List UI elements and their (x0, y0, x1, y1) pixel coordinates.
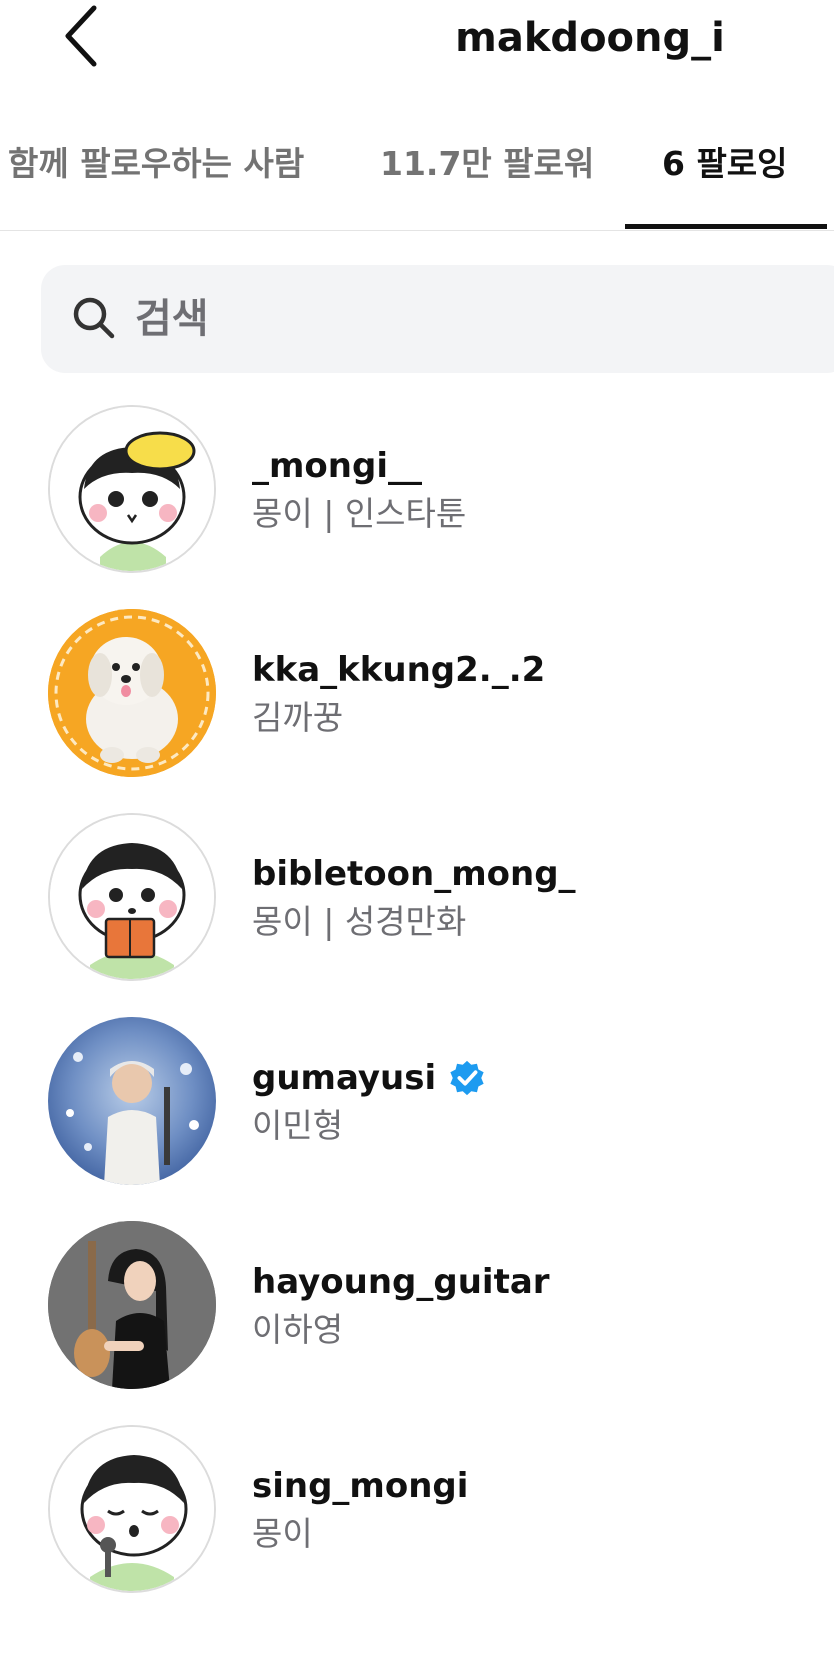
list-item[interactable]: sing_mongi 몽이 (0, 1425, 834, 1595)
avatar[interactable] (48, 1425, 216, 1593)
full-name: 몽이 | 성경만화 (252, 902, 467, 941)
header: makdoong_i (0, 0, 834, 90)
search-icon (73, 297, 115, 339)
avatar[interactable] (48, 1221, 216, 1389)
full-name: 김까꿍 (252, 698, 344, 737)
full-name: 몽이 (252, 1514, 313, 1553)
username[interactable]: kka_kkung2._.2 (252, 647, 545, 693)
back-button[interactable] (52, 0, 112, 72)
active-tab-indicator (625, 224, 827, 229)
tab-following[interactable]: 6 팔로잉 (662, 140, 788, 188)
avatar[interactable] (48, 1017, 216, 1185)
list-item[interactable]: kka_kkung2._.2 김까꿍 (0, 609, 834, 779)
full-name: 이하영 (252, 1310, 344, 1349)
username[interactable]: sing_mongi (252, 1463, 468, 1509)
tab-followers[interactable]: 11.7만 팔로워 (380, 140, 594, 188)
tab-mutual-followers[interactable]: 함께 팔로우하는 사람 (8, 140, 304, 188)
list-item[interactable]: _mongi__ 몽이 | 인스타툰 (0, 405, 834, 575)
full-name: 이민형 (252, 1106, 344, 1145)
avatar[interactable] (48, 609, 216, 777)
chevron-left-icon (65, 5, 97, 67)
verified-badge-icon (450, 1060, 484, 1096)
avatar[interactable] (48, 405, 216, 573)
page-title: makdoong_i (455, 15, 725, 61)
username[interactable]: hayoung_guitar (252, 1259, 550, 1305)
list-item[interactable]: bibletoon_mong_ 몽이 | 성경만화 (0, 813, 834, 983)
username[interactable]: _mongi__ (252, 443, 422, 489)
tab-bar: 함께 팔로우하는 사람 11.7만 팔로워 6 팔로잉 (0, 112, 834, 231)
avatar[interactable] (48, 813, 216, 981)
username[interactable]: gumayusi (252, 1055, 486, 1101)
search-input[interactable] (135, 287, 735, 351)
list-item[interactable]: hayoung_guitar 이하영 (0, 1221, 834, 1391)
full-name: 몽이 | 인스타툰 (252, 494, 467, 533)
list-item[interactable]: gumayusi 이민형 (0, 1017, 834, 1187)
search-bar[interactable] (41, 265, 834, 373)
username[interactable]: bibletoon_mong_ (252, 851, 576, 897)
